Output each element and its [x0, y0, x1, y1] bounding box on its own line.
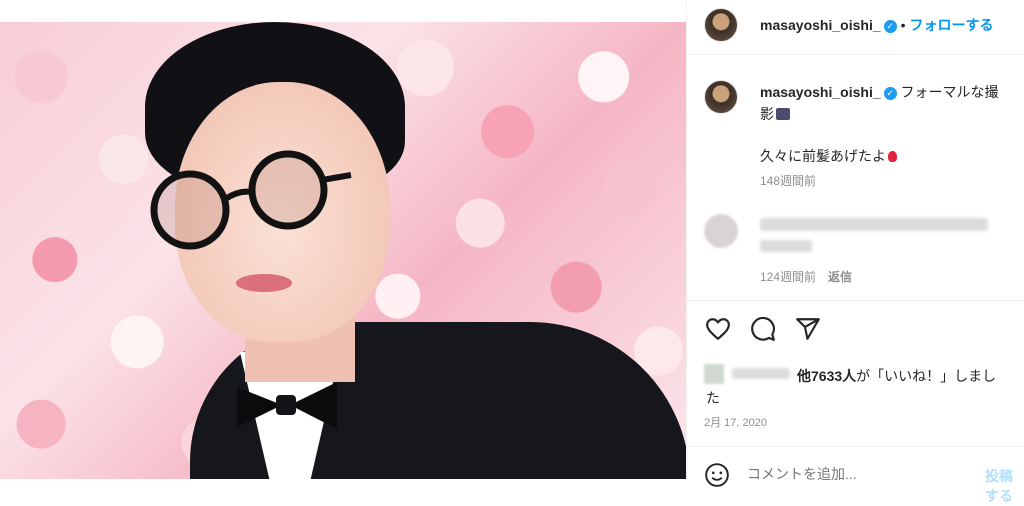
post-photo[interactable]	[0, 22, 686, 479]
likes-count[interactable]: 他7633人	[797, 368, 856, 384]
follow-button[interactable]: フォローする	[910, 17, 994, 33]
caption-line-3: 久々に前髪あげたよ	[760, 146, 897, 166]
caption-text-3: 久々に前髪あげたよ	[760, 148, 886, 164]
photo-lips	[236, 274, 292, 292]
likes-suffix-line2: た	[706, 390, 720, 406]
comment-icon[interactable]	[749, 316, 777, 342]
comment-input[interactable]	[747, 464, 947, 484]
commenter-avatar[interactable]	[704, 214, 738, 248]
tulip-icon	[888, 151, 897, 162]
post-button[interactable]: 投稿する	[985, 466, 1024, 506]
bowtie-graphic	[237, 382, 337, 429]
divider	[687, 300, 1024, 301]
author-username[interactable]: masayoshi_oishi_	[760, 17, 881, 33]
glasses-graphic	[150, 150, 352, 250]
author-avatar[interactable]	[704, 8, 738, 42]
smiley-icon[interactable]	[704, 462, 730, 488]
likes-suffix: が「いいね！」しまし	[856, 368, 997, 384]
comment-text-blurred	[760, 240, 812, 252]
post-sidebar: masayoshi_oishi_ ✓ • フォローする masayoshi_oishi…	[686, 0, 1024, 504]
header-line: masayoshi_oishi_ ✓ • フォローする	[760, 15, 994, 35]
caption-text-1: フォーマルな撮	[900, 84, 999, 100]
reply-button[interactable]: 返信	[828, 270, 852, 284]
header-separator: •	[900, 17, 906, 33]
paper-plane-icon[interactable]	[794, 316, 822, 342]
post-header: masayoshi_oishi_ ✓ • フォローする	[687, 0, 1024, 55]
caption-text-2: 影	[760, 106, 774, 122]
caption-username[interactable]: masayoshi_oishi_	[760, 84, 881, 100]
clapperboard-icon	[776, 108, 790, 120]
comment-meta: 124週間前 返信	[760, 268, 852, 285]
caption-line-2: 影	[760, 104, 790, 124]
caption-avatar[interactable]	[704, 80, 738, 114]
verified-badge-icon: ✓	[883, 87, 897, 100]
caption-timestamp: 148週間前	[760, 174, 817, 188]
heart-icon[interactable]	[704, 316, 732, 342]
liker-name-blurred	[732, 368, 790, 379]
likes-text: 他7633人が「いいね！」しまし	[797, 366, 996, 386]
liker-avatar[interactable]	[704, 364, 724, 384]
caption-line: masayoshi_oishi_ ✓ フォーマルな撮	[760, 82, 999, 102]
post-date: 2月 17, 2020	[704, 417, 767, 429]
verified-badge-icon: ✓	[883, 20, 897, 33]
comment-text-blurred	[760, 218, 988, 231]
comment-timestamp: 124週間前	[760, 270, 817, 284]
divider	[687, 446, 1024, 447]
